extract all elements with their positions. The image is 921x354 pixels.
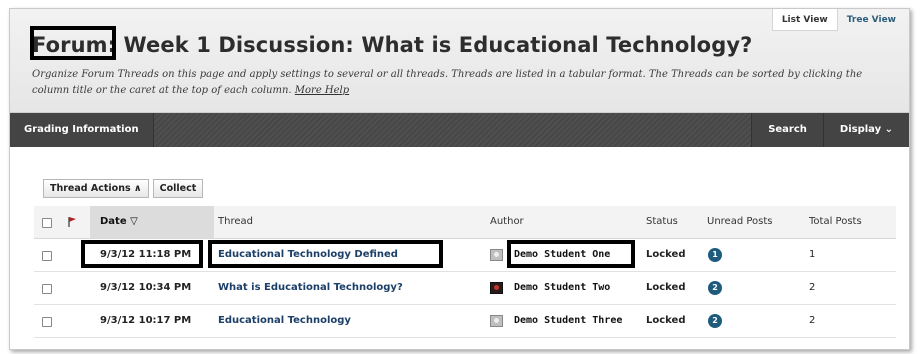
highlight-box-forum [30, 26, 116, 60]
grading-information-button[interactable]: Grading Information [10, 113, 154, 147]
column-author[interactable]: Author [490, 206, 524, 238]
view-tabs: List View Tree View [771, 9, 905, 31]
collect-button[interactable]: Collect [152, 179, 204, 198]
avatar-icon [490, 249, 503, 261]
row-checkbox[interactable] [42, 284, 52, 294]
table-header: Date ▽ Thread Author Status Unread Posts… [34, 206, 896, 239]
row-thread-link[interactable]: What is Educational Technology? [218, 272, 403, 304]
row-total-posts: 2 [809, 282, 816, 293]
thread-actions-button[interactable]: Thread Actions ∧ [43, 179, 149, 198]
column-status[interactable]: Status [646, 206, 678, 238]
page-header: List View Tree View Forum: Week 1 Discus… [10, 9, 909, 113]
row-total-posts: 2 [809, 315, 816, 326]
select-all-checkbox[interactable] [42, 218, 52, 228]
page-title: Forum: Week 1 Discussion: What is Educat… [32, 33, 753, 57]
column-thread[interactable]: Thread [218, 206, 253, 238]
row-thread-link[interactable]: Educational Technology [218, 305, 351, 337]
column-date[interactable]: Date ▽ [90, 206, 214, 238]
column-total-posts[interactable]: Total Posts [809, 206, 862, 238]
display-button[interactable]: Display ⌄ [822, 113, 909, 147]
description-text: Organize Forum Threads on this page and … [32, 69, 863, 96]
flag-icon[interactable] [68, 217, 76, 227]
thread-controls: Thread Actions ∧ Collect [43, 179, 207, 198]
row-author: Demo Student Two [514, 282, 611, 293]
search-button[interactable]: Search [751, 113, 823, 147]
unread-badge[interactable]: 2 [708, 314, 722, 328]
page-description: Organize Forum Threads on this page and … [32, 67, 887, 99]
row-status: Locked [646, 249, 686, 260]
avatar-icon [490, 282, 503, 294]
table-row[interactable]: 9/3/12 10:17 PM Educational Technology D… [34, 305, 896, 338]
highlight-box-author [507, 240, 635, 268]
highlight-box-date [81, 240, 203, 268]
tab-list-view[interactable]: List View [771, 9, 838, 31]
unread-badge[interactable]: 2 [708, 281, 722, 295]
avatar-icon [490, 315, 503, 327]
row-date: 9/3/12 10:17 PM [100, 315, 192, 326]
action-bar: Grading Information Search Display ⌄ [10, 113, 909, 147]
column-unread-posts[interactable]: Unread Posts [707, 206, 773, 238]
row-author: Demo Student Three [514, 315, 623, 326]
threads-table: Date ▽ Thread Author Status Unread Posts… [34, 206, 896, 338]
highlight-box-thread [208, 240, 443, 268]
forum-page: List View Tree View Forum: Week 1 Discus… [9, 8, 910, 350]
unread-badge[interactable]: 1 [708, 248, 722, 262]
more-help-link[interactable]: More Help [295, 85, 349, 96]
row-checkbox[interactable] [42, 251, 52, 261]
row-total-posts: 1 [809, 249, 816, 260]
row-checkbox[interactable] [42, 317, 52, 327]
table-row[interactable]: 9/3/12 10:34 PM What is Educational Tech… [34, 272, 896, 305]
row-status: Locked [646, 282, 686, 293]
row-status: Locked [646, 315, 686, 326]
action-bar-right: Search Display ⌄ [751, 113, 909, 147]
tab-tree-view[interactable]: Tree View [838, 9, 905, 31]
table-row[interactable]: 9/3/12 11:18 PM Educational Technology D… [34, 239, 896, 272]
row-date: 9/3/12 10:34 PM [100, 282, 192, 293]
